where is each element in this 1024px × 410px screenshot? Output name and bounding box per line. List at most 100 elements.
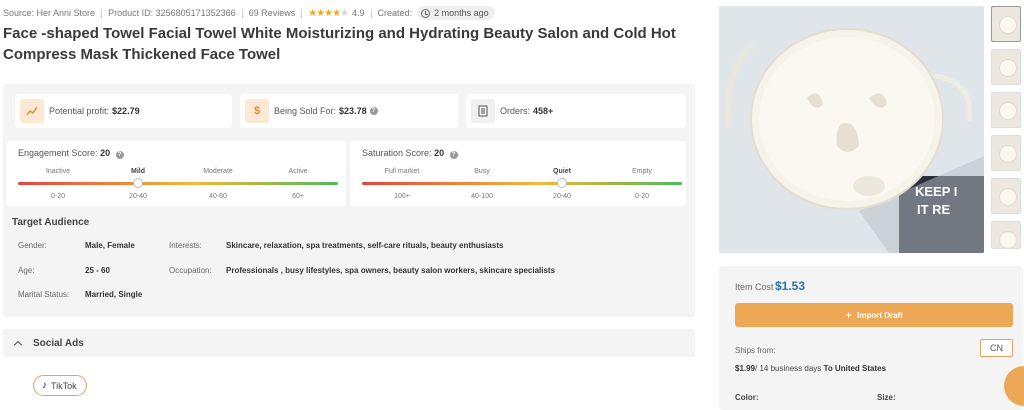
thumbnail-strip — [991, 6, 1023, 256]
help-icon[interactable]: ? — [115, 151, 124, 159]
item-cost-label: Item Cost — [735, 282, 774, 292]
age-value: 25 - 60 — [85, 266, 110, 275]
engagement-levels: Inactive Mild Moderate Active — [18, 168, 338, 175]
engagement-gauge — [18, 178, 338, 188]
level-label: Active — [288, 168, 308, 175]
saturation-label: Saturation Score: — [362, 148, 432, 158]
occupation-value: Professionals , busy lifestyles, spa own… — [226, 266, 556, 275]
tiktok-icon: ♪ — [42, 380, 47, 391]
marital-label: Marital Status: — [18, 290, 70, 299]
clock-icon — [421, 8, 431, 18]
level-label-active: Mild — [131, 168, 145, 175]
product-analysis-panel: Potential profit: $22.79 $ Being Sold Fo… — [3, 84, 695, 317]
social-ads-title: Social Ads — [33, 337, 84, 349]
ships-from-cn-option[interactable]: CN — [980, 339, 1013, 357]
level-label: Inactive — [45, 168, 71, 175]
level-label-active: Quiet — [553, 168, 571, 175]
orders-value: 458+ — [533, 106, 554, 116]
interests-label: Interests: — [169, 241, 202, 250]
rating-value: 4.9 — [352, 8, 365, 18]
engagement-score-card: Engagement Score: 20 ? Inactive Mild Mod… — [6, 141, 346, 206]
review-count[interactable]: 69 Reviews — [249, 8, 296, 18]
level-label: Empty — [632, 168, 652, 175]
saturation-marker — [557, 178, 567, 188]
product-main-image[interactable]: KEEP I IT RE — [719, 6, 984, 253]
gender-value: Male, Female — [85, 241, 135, 250]
divider — [101, 8, 103, 18]
help-icon[interactable]: ? — [449, 151, 458, 159]
range-label: 0-20 — [634, 193, 649, 200]
thumbnail[interactable] — [991, 135, 1021, 171]
interests-value: Skincare, relaxation, spa treatments, se… — [226, 241, 504, 250]
chart-icon — [20, 99, 44, 123]
engagement-marker — [133, 178, 143, 188]
product-title: Face -shaped Towel Facial Towel White Mo… — [3, 25, 676, 63]
product-meta-bar: Source: Her Anni Store Product ID: 32568… — [3, 6, 495, 20]
profit-value: $22.79 — [112, 106, 140, 116]
range-label: 40-100 — [471, 193, 493, 200]
potential-profit-card: Potential profit: $22.79 — [15, 94, 232, 128]
sold-for-value: $23.78 — [339, 106, 367, 116]
size-label: Size: — [877, 393, 896, 402]
color-label: Color: — [735, 393, 759, 402]
shipping-price: $1.99 — [735, 364, 756, 373]
marital-value: Married, Single — [85, 290, 143, 299]
receipt-icon — [471, 99, 495, 123]
shipping-destination: To United States — [823, 364, 887, 373]
import-draft-button[interactable]: + Import Draft — [735, 303, 1013, 327]
saturation-score-card: Saturation Score: 20 ? Full market Busy … — [350, 141, 686, 206]
range-label: 20-40 — [553, 193, 571, 200]
engagement-ranges: 0-20 20-40 40-60 60+ — [18, 193, 338, 200]
hero-print-line2: IT RE — [917, 202, 951, 217]
range-label: 100+ — [394, 193, 410, 200]
saturation-levels: Full market Busy Quiet Empty — [362, 168, 682, 175]
range-label: 0-20 — [50, 193, 65, 200]
gender-label: Gender: — [18, 241, 47, 250]
item-cost-value: $1.53 — [775, 279, 806, 293]
dollar-icon: $ — [245, 99, 269, 123]
thumbnail[interactable] — [991, 6, 1021, 42]
divider — [370, 8, 372, 18]
tiktok-label: TikTok — [51, 380, 77, 391]
tiktok-tab[interactable]: ♪ TikTok — [33, 375, 87, 396]
engagement-label: Engagement Score: — [18, 148, 98, 158]
sold-for-card: $ Being Sold For: $23.78 ? — [240, 94, 458, 128]
thumbnail[interactable] — [991, 221, 1021, 249]
social-ads-header[interactable]: Social Ads — [3, 329, 695, 357]
divider — [241, 8, 243, 18]
product-id: Product ID: 3256805171352366 — [108, 8, 236, 18]
age-label: Age: — [18, 266, 35, 275]
shipping-days: / 14 business days — [755, 364, 822, 373]
import-draft-label: Import Draft — [857, 310, 903, 320]
thumbnail[interactable] — [991, 49, 1021, 85]
shipping-info: $1.99/ 14 business days To United States — [735, 364, 886, 373]
hero-print-line1: KEEP I — [915, 184, 957, 199]
thumbnail[interactable] — [991, 92, 1021, 128]
level-label: Full market — [384, 168, 420, 175]
purchase-panel: Item Cost $1.53 + Import Draft Ships fro… — [719, 266, 1023, 410]
level-label: Busy — [474, 168, 490, 175]
level-label: Moderate — [203, 168, 233, 175]
orders-card: Orders: 458+ — [466, 94, 686, 128]
engagement-title: Engagement Score: 20 ? — [18, 148, 124, 159]
occupation-label: Occupation: — [169, 266, 212, 275]
saturation-title: Saturation Score: 20 ? — [362, 148, 458, 159]
help-icon[interactable]: ? — [369, 107, 378, 115]
saturation-gauge — [362, 178, 682, 188]
ships-from-label: Ships from: — [735, 346, 776, 355]
range-label: 20-40 — [129, 193, 147, 200]
star-rating-icon: ★★★★★ — [308, 7, 349, 19]
range-label: 60+ — [292, 193, 304, 200]
plus-icon: + — [845, 308, 853, 322]
source-store[interactable]: Source: Her Anni Store — [3, 8, 95, 18]
created-badge: 2 months ago — [417, 6, 495, 20]
range-label: 40-60 — [209, 193, 227, 200]
created-label: Created: — [377, 8, 413, 18]
created-value: 2 months ago — [434, 8, 489, 18]
saturation-ranges: 100+ 40-100 20-40 0-20 — [362, 193, 682, 200]
profit-label: Potential profit: — [49, 106, 110, 116]
thumbnail[interactable] — [991, 178, 1021, 214]
divider — [301, 8, 303, 18]
saturation-score: 20 — [434, 148, 445, 158]
target-audience-title: Target Audience — [12, 217, 90, 228]
